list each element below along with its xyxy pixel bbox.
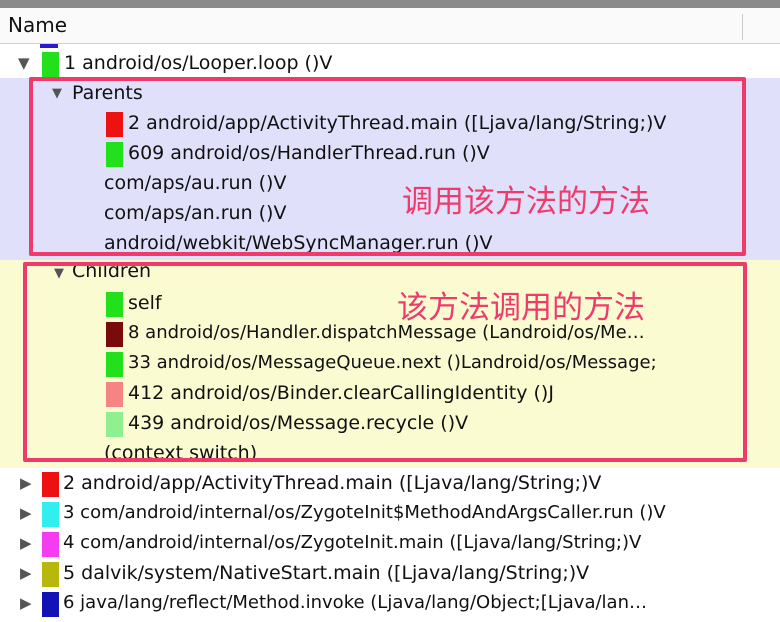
triangle-right-icon[interactable]: ▶ [20,534,32,552]
name-column-header[interactable]: Name [8,13,67,37]
sibling-row[interactable]: ▶ 5 dalvik/system/NativeStart.main ([Lja… [0,558,780,588]
row-label: 4 com/android/internal/os/ZygoteInit.mai… [63,532,642,553]
row-label: 6 java/lang/reflect/Method.invoke (Ljava… [63,592,647,613]
row-label: 1 android/os/Looper.loop ()V [64,52,333,74]
color-swatch [42,502,59,527]
sibling-row[interactable]: ▶ 4 com/android/internal/os/ZygoteInit.m… [0,528,780,558]
row-label: 3 com/android/internal/os/ZygoteInit$Met… [63,502,666,523]
row-label: 2 android/app/ActivityThread.main ([Ljav… [63,472,602,494]
sibling-row[interactable]: ▶ 2 android/app/ActivityThread.main ([Lj… [0,468,780,498]
color-swatch [42,562,59,587]
sibling-row[interactable]: ▶ 6 java/lang/reflect/Method.invoke (Lja… [0,588,780,618]
color-swatch [42,532,59,557]
window-top-edge [0,0,780,8]
row-label: 5 dalvik/system/NativeStart.main ([Ljava… [63,562,590,584]
color-swatch [42,592,59,617]
tree-row-root[interactable]: ▼ 1 android/os/Looper.loop ()V [0,48,780,78]
parents-annotation: 调用该方法的方法 [402,184,650,220]
triangle-down-icon[interactable]: ▼ [18,54,30,72]
color-swatch [42,52,59,77]
triangle-right-icon[interactable]: ▶ [20,504,32,522]
color-swatch [42,472,59,497]
sibling-row[interactable]: ▶ 3 com/android/internal/os/ZygoteInit$M… [0,498,780,528]
column-divider[interactable] [742,14,743,40]
children-annotation: 该方法调用的方法 [397,290,645,326]
triangle-right-icon[interactable]: ▶ [20,564,32,582]
triangle-right-icon[interactable]: ▶ [20,474,32,492]
column-header[interactable]: Name [0,8,780,44]
triangle-right-icon[interactable]: ▶ [20,594,32,612]
parents-highlight-box [29,77,746,256]
